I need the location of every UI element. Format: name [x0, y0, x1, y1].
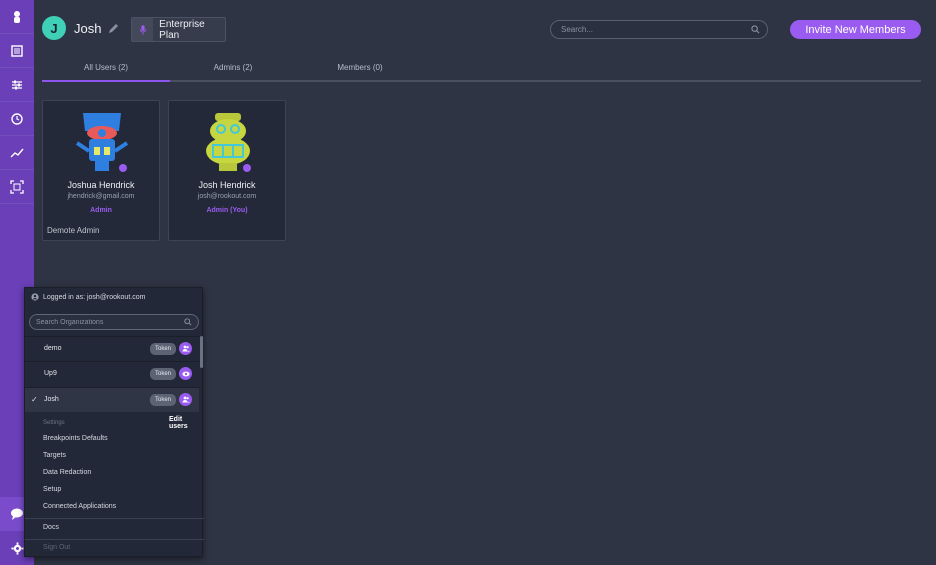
- org-row-demo[interactable]: demo Token: [25, 336, 199, 361]
- token-button[interactable]: Token: [150, 368, 176, 380]
- menu-connected-applications[interactable]: Connected Applications: [43, 503, 116, 510]
- blue-robot-icon: [75, 113, 129, 172]
- demote-admin-button[interactable]: Demote Admin: [47, 226, 99, 235]
- org-row-label: Up9: [44, 370, 57, 377]
- org-row-label: demo: [44, 345, 62, 352]
- org-name: Josh: [74, 21, 102, 36]
- edit-users-tooltip: Edit users: [169, 416, 188, 430]
- org-row-up9[interactable]: Up9 Token: [25, 361, 199, 386]
- search-input[interactable]: [561, 23, 741, 36]
- sidebar-sliders-icon[interactable]: [0, 68, 34, 102]
- user-name: Josh Hendrick: [198, 180, 256, 190]
- plan-label: Enterprise Plan: [159, 18, 205, 41]
- menu-docs[interactable]: Docs: [43, 524, 59, 531]
- sidebar-scan-icon[interactable]: [0, 170, 34, 204]
- active-tab-indicator: [42, 80, 170, 82]
- token-button[interactable]: Token: [150, 343, 176, 355]
- tab-all-users[interactable]: All Users (2): [42, 63, 170, 72]
- check-icon: ✓: [31, 395, 38, 404]
- invite-members-button[interactable]: Invite New Members: [790, 20, 921, 39]
- menu-breakpoints-defaults[interactable]: Breakpoints Defaults: [43, 435, 108, 442]
- user-card: Josh Hendrick josh@rookout.com Admin (Yo…: [168, 100, 286, 241]
- menu-targets[interactable]: Targets: [43, 452, 66, 459]
- sidebar-trend-icon[interactable]: [0, 136, 34, 170]
- menu-setup[interactable]: Setup: [43, 486, 61, 493]
- pencil-icon[interactable]: [108, 23, 119, 34]
- org-row-label: Josh: [44, 396, 59, 403]
- logged-in-row: Logged in as: josh@rookout.com: [31, 293, 145, 301]
- user-circle-icon: [31, 293, 39, 301]
- sidebar-history-icon[interactable]: [0, 102, 34, 136]
- org-list-scrollbar[interactable]: [200, 336, 203, 368]
- org-menu: Logged in as: josh@rookout.com demo Toke…: [24, 287, 204, 557]
- rookout-logo-icon[interactable]: [0, 0, 34, 34]
- menu-divider: [25, 518, 204, 519]
- user-role: Admin: [90, 207, 112, 214]
- org-search-box[interactable]: [29, 314, 199, 330]
- org-avatar: J: [42, 16, 66, 40]
- user-email: josh@rookout.com: [197, 193, 257, 200]
- search-icon: [751, 25, 760, 34]
- user-card: Joshua Hendrick jhendrick@gmail.com Admi…: [42, 100, 160, 241]
- sidebar-debugger-icon[interactable]: [0, 34, 34, 68]
- menu-divider: [25, 539, 204, 540]
- settings-heading: Settings: [43, 420, 65, 426]
- users-icon[interactable]: [179, 342, 192, 355]
- user-name: Joshua Hendrick: [67, 180, 135, 190]
- user-email: jhendrick@gmail.com: [67, 193, 135, 200]
- menu-sign-out[interactable]: Sign Out: [43, 544, 70, 551]
- microphone-icon: [132, 18, 154, 41]
- token-button[interactable]: Token: [150, 394, 176, 406]
- yellow-robot-icon: [206, 113, 251, 172]
- org-search-input[interactable]: [36, 317, 176, 328]
- menu-data-redaction[interactable]: Data Redaction: [43, 469, 91, 476]
- org-row-josh[interactable]: ✓ Josh Token: [25, 387, 199, 412]
- tab-members[interactable]: Members (0): [296, 63, 424, 72]
- search-box[interactable]: [550, 20, 768, 39]
- eye-icon[interactable]: [179, 367, 192, 380]
- tabs: All Users (2) Admins (2) Members (0): [42, 60, 921, 82]
- users-icon[interactable]: [179, 393, 192, 406]
- user-role: Admin (You): [206, 207, 248, 214]
- plan-badge: Enterprise Plan: [131, 17, 226, 42]
- tab-admins[interactable]: Admins (2): [169, 63, 297, 72]
- logged-in-text: Logged in as: josh@rookout.com: [43, 293, 146, 301]
- search-icon: [184, 318, 192, 326]
